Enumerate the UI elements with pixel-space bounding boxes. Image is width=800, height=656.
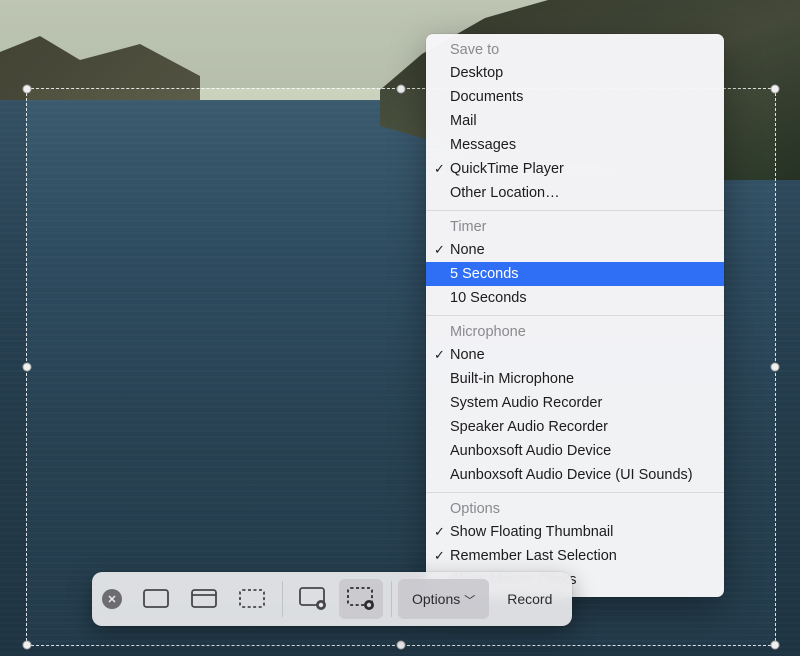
- menu-item[interactable]: 5 Seconds: [426, 262, 724, 286]
- close-button[interactable]: ✕: [102, 589, 122, 609]
- menu-item[interactable]: Aunboxsoft Audio Device (UI Sounds): [426, 463, 724, 487]
- capture-selection-icon: [239, 589, 265, 609]
- menu-item[interactable]: System Audio Recorder: [426, 391, 724, 415]
- menu-section-header: Microphone: [426, 321, 724, 343]
- toolbar-separator: [282, 581, 283, 617]
- close-icon: ✕: [107, 593, 116, 606]
- record-entire-screen-icon: [299, 587, 327, 611]
- options-menu: Save toDesktopDocumentsMailMessagesQuick…: [426, 34, 724, 597]
- menu-section-header: Timer: [426, 216, 724, 238]
- menu-item[interactable]: Remember Last Selection: [426, 544, 724, 568]
- menu-item[interactable]: Aunboxsoft Audio Device: [426, 439, 724, 463]
- capture-selection-button[interactable]: [230, 579, 274, 619]
- toolbar-separator: [391, 581, 392, 617]
- capture-window-icon: [191, 589, 217, 609]
- menu-divider: [426, 210, 724, 211]
- chevron-down-icon: ﹀: [464, 592, 475, 608]
- menu-item[interactable]: Built-in Microphone: [426, 367, 724, 391]
- menu-item[interactable]: Speaker Audio Recorder: [426, 415, 724, 439]
- menu-item[interactable]: Documents: [426, 85, 724, 109]
- options-button[interactable]: Options ﹀: [398, 579, 489, 619]
- screenshot-toolbar: ✕ Options ﹀: [92, 572, 572, 626]
- record-selection-icon: [347, 587, 375, 611]
- menu-item[interactable]: Mail: [426, 109, 724, 133]
- record-selection-button[interactable]: [339, 579, 383, 619]
- menu-item[interactable]: None: [426, 343, 724, 367]
- menu-divider: [426, 492, 724, 493]
- menu-item[interactable]: Messages: [426, 133, 724, 157]
- menu-item[interactable]: Show Floating Thumbnail: [426, 520, 724, 544]
- record-button-label: Record: [507, 591, 552, 607]
- menu-item[interactable]: Desktop: [426, 61, 724, 85]
- menu-item[interactable]: None: [426, 238, 724, 262]
- menu-item[interactable]: Other Location…: [426, 181, 724, 205]
- capture-entire-screen-icon: [143, 589, 169, 609]
- capture-window-button[interactable]: [182, 579, 226, 619]
- menu-item[interactable]: QuickTime Player: [426, 157, 724, 181]
- record-button[interactable]: Record: [493, 579, 566, 619]
- options-button-label: Options: [412, 591, 460, 607]
- menu-section-header: Options: [426, 498, 724, 520]
- menu-item[interactable]: 10 Seconds: [426, 286, 724, 310]
- record-entire-screen-button[interactable]: [291, 579, 335, 619]
- menu-section-header: Save to: [426, 39, 724, 61]
- menu-divider: [426, 315, 724, 316]
- capture-entire-screen-button[interactable]: [134, 579, 178, 619]
